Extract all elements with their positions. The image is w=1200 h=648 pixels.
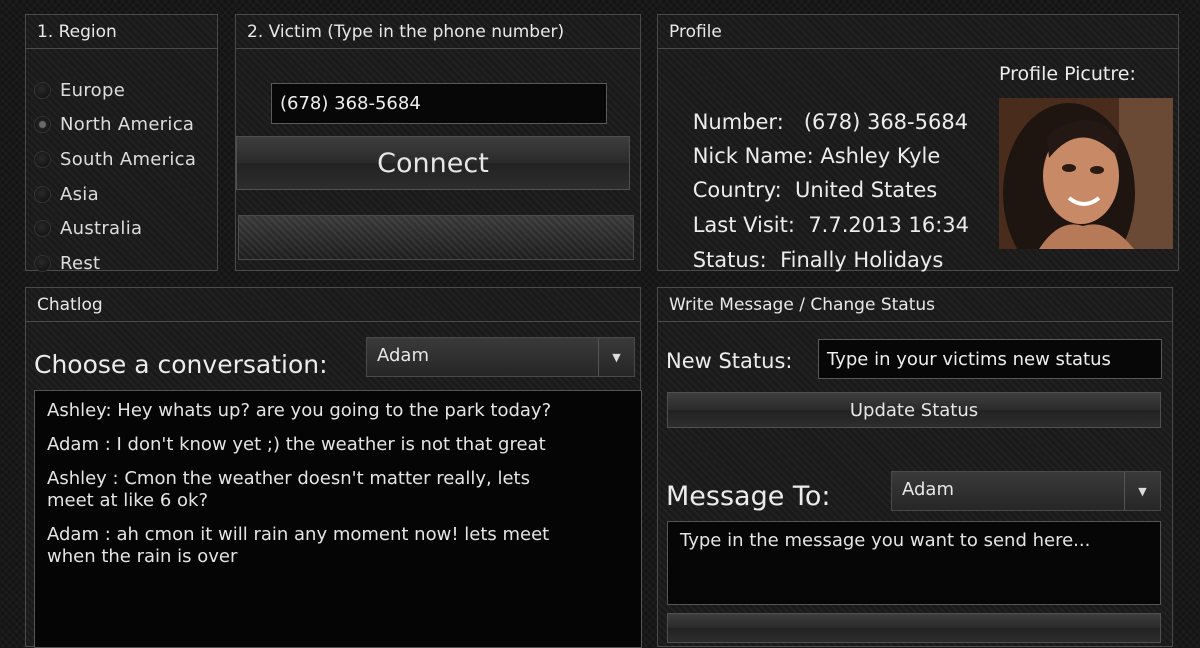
radio-button[interactable]: [34, 81, 51, 99]
profile-photo-portrait: [999, 98, 1173, 249]
profile-status-label: Status:: [692, 248, 767, 272]
chat-messages[interactable]: Ashley: Hey whats up? are you going to t…: [34, 390, 642, 648]
chatlog-panel: Chatlog Choose a conversation: Adam ▼ As…: [25, 287, 642, 648]
region-title: 1. Region: [26, 15, 217, 49]
conversation-select-value: Adam: [377, 345, 429, 366]
chat-message: Adam : ah cmon it will rain any moment n…: [47, 524, 550, 567]
radio-button[interactable]: [34, 219, 51, 237]
victim-panel: 2. Victim (Type in the phone number) (67…: [235, 14, 641, 271]
update-status-label: Update Status: [849, 399, 979, 421]
new-status-input[interactable]: Type in your victims new status: [818, 339, 1162, 379]
chat-message: Ashley: Hey whats up? are you going to t…: [47, 400, 552, 421]
region-option-asia[interactable]: Asia: [34, 181, 99, 207]
message-recipient-value: Adam: [902, 479, 954, 500]
radio-button[interactable]: [34, 254, 51, 272]
profile-status-row: Status: Finally Holidays: [666, 224, 944, 296]
region-option-rest[interactable]: Rest: [34, 250, 100, 276]
region-option-europe[interactable]: Europe: [34, 77, 125, 103]
chevron-down-icon[interactable]: ▼: [1124, 472, 1160, 510]
radio-button[interactable]: [34, 185, 51, 203]
radio-button[interactable]: [34, 150, 51, 168]
region-option-label: South America: [60, 148, 197, 170]
region-option-north-america[interactable]: North America: [34, 111, 194, 137]
profile-status-value: Finally Holidays: [780, 248, 944, 272]
region-option-label: Australia: [60, 217, 143, 239]
chatlog-title: Chatlog: [26, 288, 640, 322]
chat-message: Adam : I don't know yet ;) the weather i…: [47, 434, 546, 455]
region-option-label: Rest: [60, 252, 101, 274]
connect-button[interactable]: Connect: [236, 136, 630, 190]
profile-title: Profile: [658, 15, 1178, 49]
region-option-label: Europe: [60, 79, 126, 101]
conversation-select[interactable]: Adam ▼: [366, 337, 635, 377]
region-option-australia[interactable]: Australia: [34, 215, 142, 241]
message-to-label: Message To:: [666, 481, 831, 512]
region-option-label: North America: [60, 113, 195, 135]
message-textarea-text: Type in the message you want to send her…: [680, 530, 1091, 551]
chat-message: Ashley : Cmon the weather doesn't matter…: [47, 468, 530, 511]
radio-button-selected[interactable]: [34, 115, 51, 133]
message-recipient-select[interactable]: Adam ▼: [891, 471, 1161, 511]
write-message-panel: Write Message / Change Status New Status…: [657, 287, 1173, 647]
send-message-button[interactable]: [667, 613, 1161, 643]
connection-progress-bar: [238, 215, 634, 260]
write-message-title: Write Message / Change Status: [658, 288, 1172, 322]
profile-picture: [999, 98, 1173, 249]
victim-title: 2. Victim (Type in the phone number): [236, 15, 640, 49]
phone-number-input[interactable]: (678) 368-5684: [271, 83, 607, 124]
region-option-label: Asia: [60, 183, 99, 205]
profile-picture-label: Profile Picutre:: [999, 63, 1136, 85]
connect-button-label: Connect: [377, 147, 489, 179]
new-status-label: New Status:: [666, 349, 793, 373]
message-textarea[interactable]: Type in the message you want to send her…: [667, 521, 1161, 605]
choose-conversation-label: Choose a conversation:: [34, 350, 328, 379]
region-panel: 1. Region Europe North America South Ame…: [25, 14, 218, 274]
profile-panel: Profile Number: (678) 368-5684 Nick Name…: [657, 14, 1179, 272]
chevron-down-icon[interactable]: ▼: [598, 338, 634, 376]
region-option-south-america[interactable]: South America: [34, 146, 196, 172]
update-status-button[interactable]: Update Status: [667, 392, 1161, 428]
